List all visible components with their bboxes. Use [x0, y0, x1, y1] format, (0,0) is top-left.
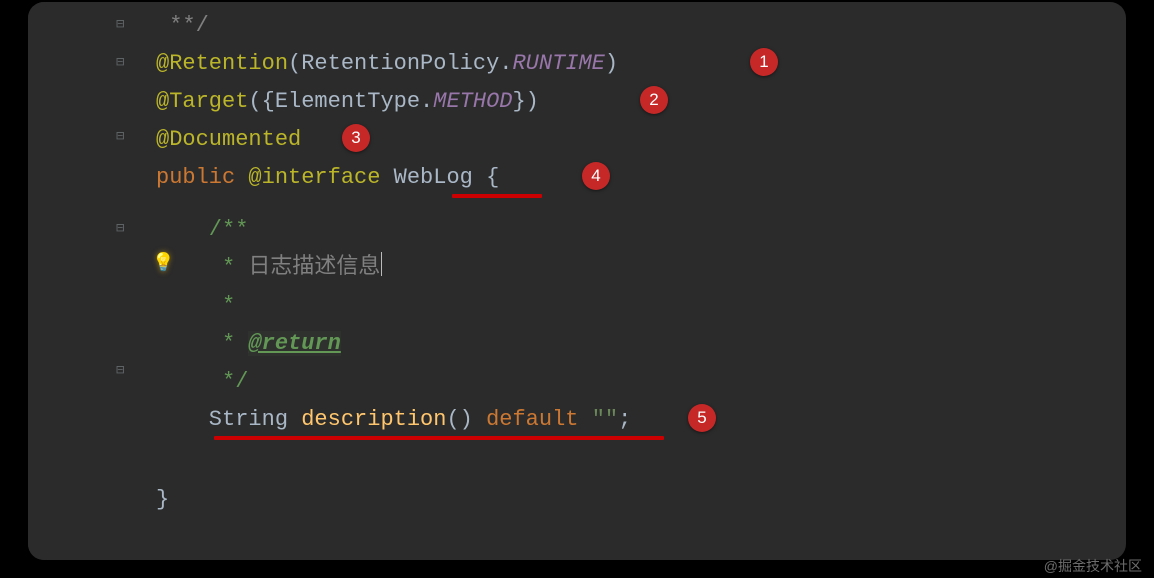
fold-marker[interactable]: ⊟ [116, 364, 130, 378]
watermark: @掘金技术社区 [1044, 556, 1142, 576]
code-line: /** [156, 212, 248, 248]
text-cursor [381, 252, 382, 276]
code-line: * 日志描述信息 [156, 250, 382, 286]
code-line: * @return [156, 326, 341, 362]
callout-badge-2: 2 [640, 86, 668, 114]
code-editor[interactable]: ⊟ ⊟ ⊟ ⊟ ⊟ 💡 **/ @Retention(RetentionPoli… [28, 2, 1126, 560]
code-line: */ [156, 364, 248, 400]
code-line: @Retention(RetentionPolicy.RUNTIME) [156, 46, 618, 82]
annotation-underline [452, 194, 542, 198]
code-line: } [156, 482, 169, 518]
annotation-underline [214, 436, 664, 440]
code-line: **/ [156, 8, 209, 44]
code-line: String description() default ""; [156, 402, 631, 438]
fold-marker[interactable]: ⊟ [116, 56, 130, 70]
callout-badge-1: 1 [750, 48, 778, 76]
fold-marker[interactable]: ⊟ [116, 222, 130, 236]
fold-marker[interactable]: ⊟ [116, 18, 130, 32]
callout-badge-5: 5 [688, 404, 716, 432]
callout-badge-4: 4 [582, 162, 610, 190]
fold-marker[interactable]: ⊟ [116, 130, 130, 144]
callout-badge-3: 3 [342, 124, 370, 152]
code-area[interactable]: **/ @Retention(RetentionPolicy.RUNTIME) … [156, 2, 1126, 560]
code-line: @Documented [156, 122, 301, 158]
code-line: public @interface WebLog { [156, 160, 499, 196]
code-line: * [156, 288, 235, 324]
gutter: ⊟ ⊟ ⊟ ⊟ ⊟ 💡 [28, 2, 132, 560]
code-line: @Target({ElementType.METHOD}) [156, 84, 539, 120]
